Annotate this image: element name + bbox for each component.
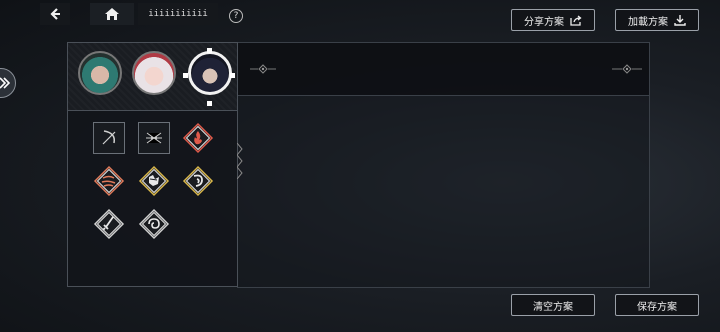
save-plan-button[interactable]: 保存方案 (615, 294, 699, 316)
ornament-left-icon (250, 64, 276, 74)
skill-slot-bow[interactable] (93, 122, 125, 154)
plan-detail-header (238, 43, 649, 96)
back-arrow-icon (50, 8, 60, 20)
character-avatar-1[interactable] (78, 51, 122, 95)
skill-slot-spider[interactable] (138, 122, 170, 154)
panel-notch-icon (237, 167, 243, 179)
character-avatar-3-selected[interactable] (188, 51, 232, 95)
character-selector (68, 43, 237, 111)
sword-icon (93, 208, 125, 240)
bow-icon (102, 130, 116, 145)
skill-slot-flame[interactable] (182, 122, 214, 154)
breadcrumb[interactable]: iiiiiiiiiii (138, 3, 218, 25)
spider-icon (146, 132, 162, 144)
skill-slot-swirl[interactable] (138, 208, 170, 240)
selection-marker-left (183, 73, 188, 78)
clear-plan-button[interactable]: 清空方案 (511, 294, 595, 316)
selection-marker-top (207, 48, 212, 53)
home-button[interactable] (90, 3, 134, 25)
skill-slot-sword[interactable] (93, 208, 125, 240)
share-icon (570, 14, 582, 26)
selection-marker-bottom (207, 101, 212, 106)
dragon-icon (182, 165, 214, 197)
skill-slot-wind[interactable] (93, 165, 125, 197)
character-skill-panel (67, 42, 243, 287)
skill-slot-fist[interactable] (138, 165, 170, 197)
expand-side-button[interactable] (0, 68, 16, 98)
flame-icon (182, 122, 214, 154)
download-icon (674, 14, 686, 26)
top-nav-bar: iiiiiiiiiii (40, 3, 254, 25)
ornament-right-icon (612, 64, 642, 74)
selection-marker-right (230, 73, 235, 78)
load-plan-label: 加載方案 (628, 16, 668, 28)
load-plan-button[interactable]: 加載方案 (615, 9, 699, 31)
swirl-icon (138, 208, 170, 240)
panel-notch-icon (237, 155, 243, 167)
fist-icon (138, 165, 170, 197)
home-icon (105, 8, 119, 20)
skill-slot-dragon[interactable] (182, 165, 214, 197)
help-icon[interactable]: ? (229, 9, 243, 23)
share-plan-button[interactable]: 分享方案 (511, 9, 595, 31)
character-avatar-2[interactable] (132, 51, 176, 95)
share-plan-label: 分享方案 (524, 16, 564, 28)
wind-icon (93, 165, 125, 197)
double-chevron-right-icon (0, 77, 10, 89)
panel-notch-icon (237, 143, 243, 155)
plan-detail-panel (237, 42, 650, 288)
back-button[interactable] (40, 3, 70, 25)
